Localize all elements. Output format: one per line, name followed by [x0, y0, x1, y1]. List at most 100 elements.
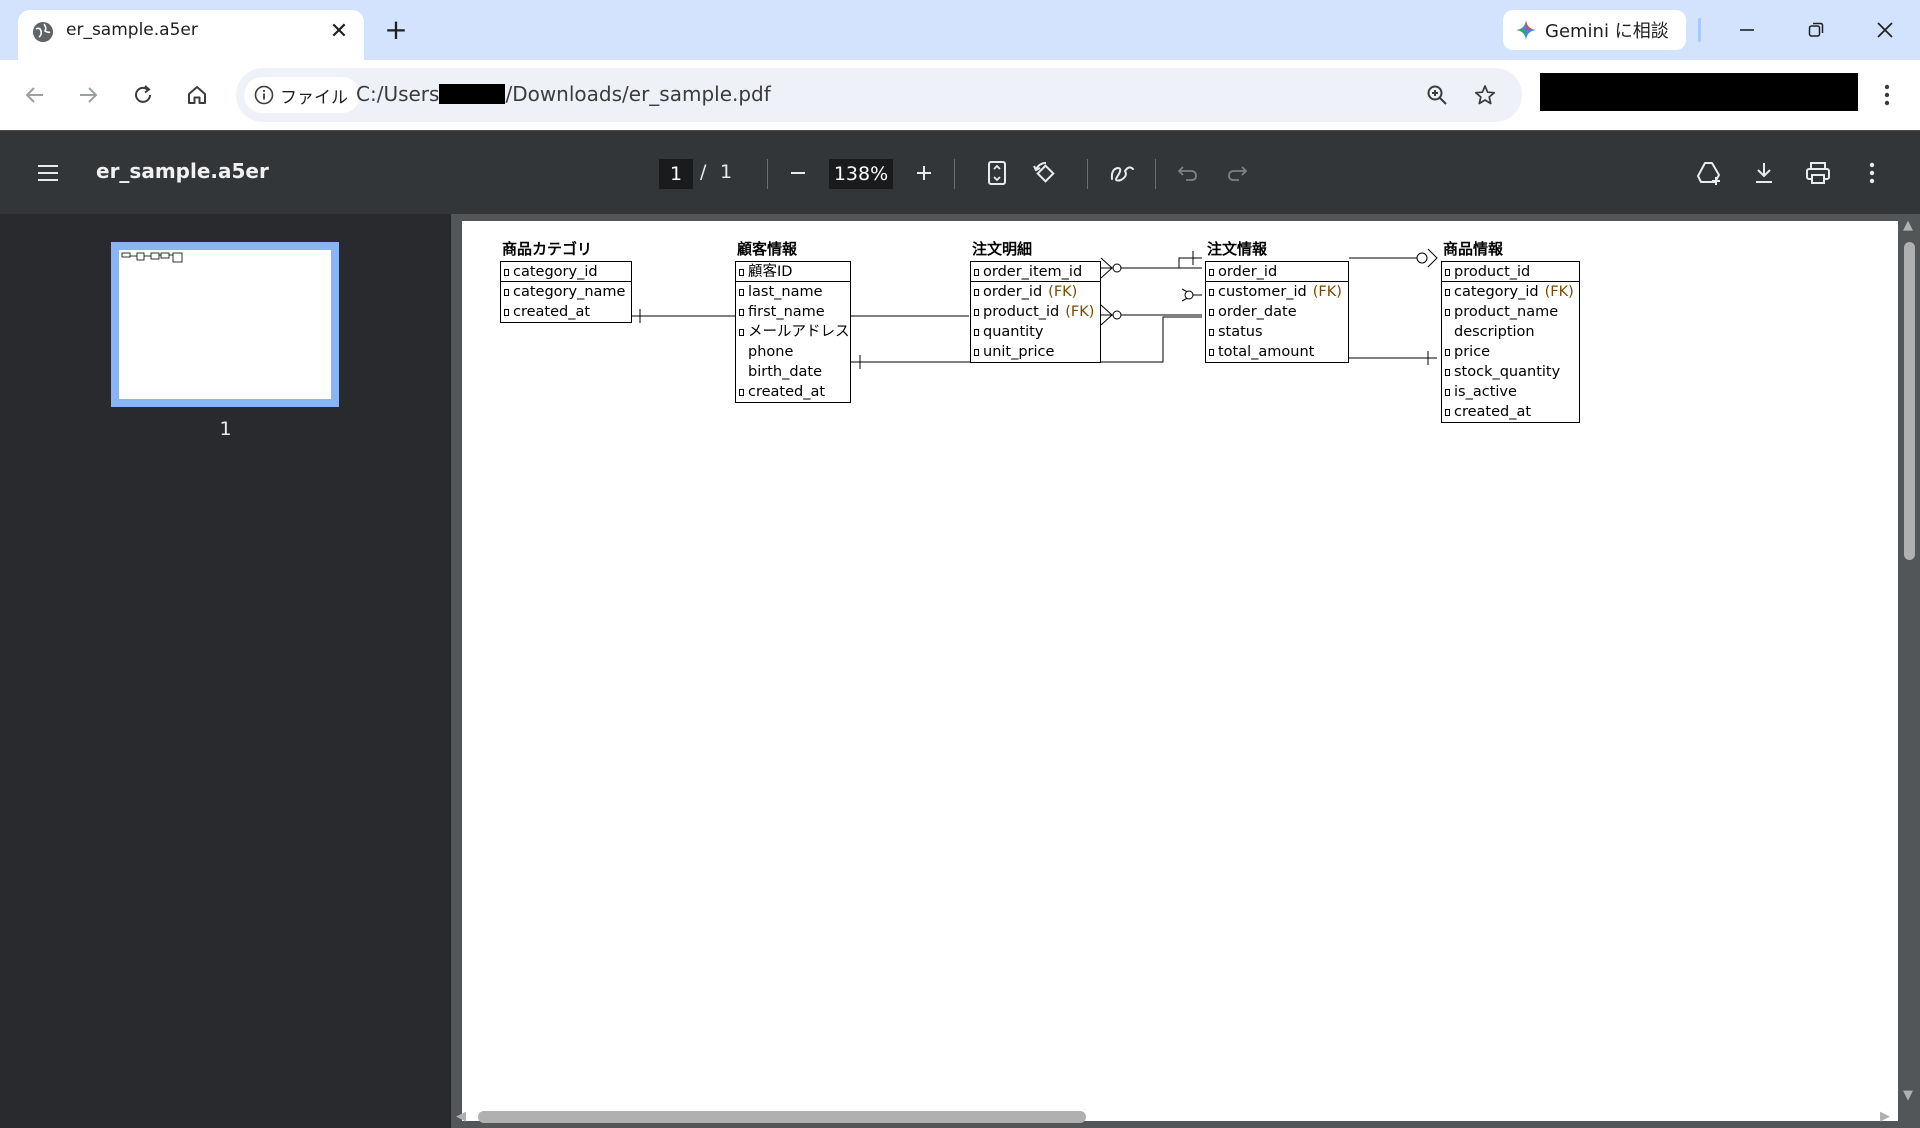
- undo-button[interactable]: [1170, 155, 1206, 191]
- zoom-in-button[interactable]: [906, 155, 942, 191]
- attribute-name: description: [1454, 324, 1535, 340]
- tab-close-icon[interactable]: ✕: [326, 18, 352, 44]
- annotate-button[interactable]: [1104, 155, 1140, 191]
- page-total: 1: [720, 161, 733, 183]
- attribute-row: customer_id (FK): [1206, 282, 1348, 302]
- browser-menu-button[interactable]: [1872, 77, 1902, 113]
- restore-button[interactable]: [1791, 8, 1841, 52]
- draw-icon: [1110, 166, 1134, 182]
- attribute-name: product_name: [1454, 304, 1559, 320]
- key-marker-icon: [1209, 349, 1214, 356]
- attribute-row: stock_quantity: [1442, 362, 1579, 382]
- pdf-page: 商品カテゴリ category_id category_name created_at…: [462, 221, 1898, 1121]
- gemini-button[interactable]: Gemini に相談: [1503, 10, 1686, 50]
- bookmark-button[interactable]: [1470, 80, 1500, 110]
- rotate-button[interactable]: [1027, 155, 1063, 191]
- attribute-name: stock_quantity: [1454, 364, 1561, 380]
- entity-body: product_id category_id (FK) product_namedes…: [1441, 261, 1580, 423]
- url-text[interactable]: C:/Users/Downloads/er_sample.pdf: [356, 82, 771, 106]
- info-icon: [254, 85, 274, 105]
- redo-button[interactable]: [1219, 155, 1255, 191]
- zoom-out-button[interactable]: [780, 155, 816, 191]
- horizontal-scrollbar[interactable]: [478, 1111, 1086, 1123]
- download-icon: [1756, 163, 1772, 183]
- attribute-name: order_date: [1218, 304, 1297, 320]
- attribute-row: created_at: [736, 382, 850, 402]
- entity-body: order_item_id order_id (FK) product_id (FK) q…: [970, 261, 1101, 363]
- gemini-label: Gemini に相談: [1545, 21, 1669, 42]
- page-separator: /: [700, 161, 707, 183]
- address-bar[interactable]: ファイル C:/Users/Downloads/er_sample.pdf: [236, 68, 1522, 122]
- site-info-chip[interactable]: ファイル: [244, 77, 360, 113]
- fit-page-icon: [988, 161, 1006, 185]
- save-to-drive-button[interactable]: [1692, 155, 1728, 191]
- home-button[interactable]: [177, 75, 217, 115]
- browser-tab[interactable]: er_sample.a5er ✕: [18, 10, 364, 60]
- attribute-row: first_name: [736, 302, 850, 322]
- entity-table: 注文情報 order_id customer_id (FK) order_date sta…: [1205, 240, 1349, 363]
- attribute-row: total_amount: [1206, 342, 1348, 362]
- attribute-row: category_id (FK): [1442, 282, 1579, 302]
- key-marker-icon: [739, 309, 744, 316]
- entity-title: 商品カテゴリ: [502, 240, 593, 258]
- attribute-row: order_id (FK): [971, 282, 1100, 302]
- key-marker-icon: [1445, 369, 1450, 376]
- relation-marker-zero: [1112, 263, 1122, 273]
- key-marker-icon: [504, 289, 509, 296]
- print-icon: [1806, 162, 1830, 184]
- relationship-lines: [632, 248, 1438, 369]
- back-button[interactable]: [15, 75, 55, 115]
- scroll-down-arrow[interactable]: ▼: [1903, 1088, 1913, 1103]
- new-tab-button[interactable]: +: [381, 13, 411, 46]
- attribute-name: customer_id: [1218, 284, 1307, 300]
- page-thumbnail[interactable]: [111, 242, 339, 407]
- key-marker-icon: [974, 329, 979, 336]
- forward-button[interactable]: [68, 75, 108, 115]
- document-viewport[interactable]: 商品カテゴリ category_id category_name created_at…: [451, 214, 1920, 1128]
- reload-button[interactable]: [123, 75, 163, 115]
- entity-title: 注文明細: [972, 240, 1033, 258]
- fit-to-page-button[interactable]: [979, 155, 1015, 191]
- key-marker-icon: [739, 389, 744, 396]
- more-vertical-icon: [1869, 162, 1875, 184]
- foreign-key-label: (FK): [1065, 304, 1095, 320]
- attribute-row: birth_date: [736, 362, 850, 382]
- pdf-more-button[interactable]: [1854, 155, 1890, 191]
- attribute-row: quantity: [971, 322, 1100, 342]
- entity-table: 顧客情報 顧客ID last_name first_name メールアドレス phone b…: [735, 240, 851, 403]
- home-icon: [188, 86, 206, 104]
- attribute-row: last_name: [736, 282, 850, 302]
- scroll-up-arrow[interactable]: ▲: [1903, 218, 1913, 233]
- entity-table: 注文明細 order_item_id order_id (FK) product_id (…: [970, 240, 1101, 363]
- attribute-name: product_id: [1454, 264, 1531, 280]
- key-marker-icon: [739, 289, 744, 296]
- key-marker-icon: [1445, 289, 1450, 296]
- arrow-right-icon: [80, 87, 98, 103]
- download-button[interactable]: [1746, 155, 1782, 191]
- zoom-level-input[interactable]: 138%: [829, 159, 893, 189]
- arrow-left-icon: [25, 87, 43, 103]
- attribute-name: created_at: [1454, 404, 1532, 420]
- attribute-name: product_id: [983, 304, 1060, 320]
- thumbnail-page-number: 1: [219, 418, 232, 440]
- vertical-scrollbar[interactable]: [1904, 242, 1915, 560]
- entity-title: 商品情報: [1443, 240, 1504, 258]
- attribute-row: phone: [736, 342, 850, 362]
- key-marker-icon: [1209, 269, 1214, 276]
- key-marker-icon: [974, 349, 979, 356]
- attribute-row: is_active: [1442, 382, 1579, 402]
- sidebar-toggle-button[interactable]: [30, 155, 66, 191]
- scroll-left-arrow[interactable]: ◀: [456, 1109, 466, 1124]
- minimize-button[interactable]: [1722, 8, 1772, 52]
- scroll-right-arrow[interactable]: ▶: [1880, 1109, 1890, 1124]
- page-number-input[interactable]: 1: [659, 159, 693, 189]
- attribute-name: order_item_id: [983, 264, 1083, 280]
- close-window-button[interactable]: [1860, 8, 1910, 52]
- attribute-row: product_id (FK): [971, 302, 1100, 322]
- print-button[interactable]: [1800, 155, 1836, 191]
- zoom-indicator-button[interactable]: [1422, 80, 1452, 110]
- key-marker-icon: [739, 269, 744, 276]
- attribute-row: price: [1442, 342, 1579, 362]
- undo-icon: [1177, 166, 1197, 181]
- key-marker-icon: [1445, 409, 1450, 416]
